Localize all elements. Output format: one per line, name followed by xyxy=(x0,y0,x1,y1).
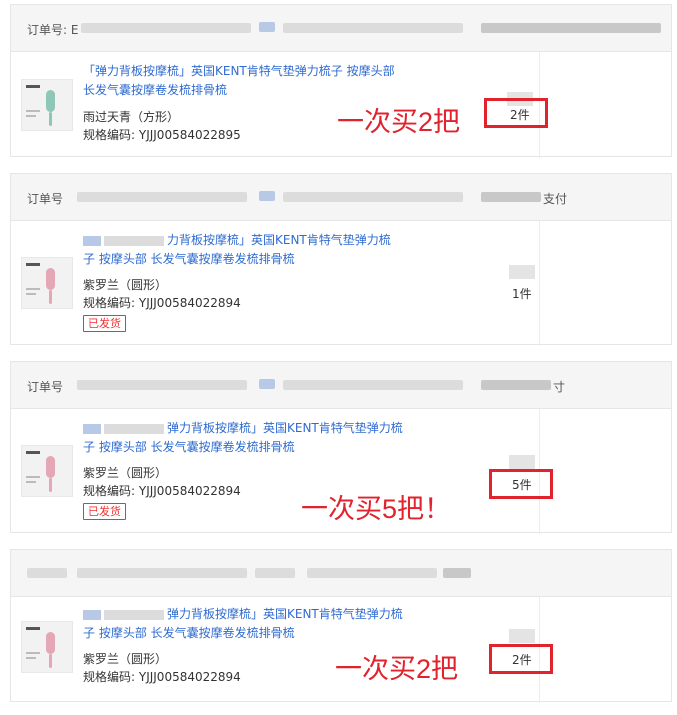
quantity: 5件 xyxy=(512,478,532,492)
order-header xyxy=(11,550,671,597)
order-card: 弹力背板按摩梳」英国KENT肯特气垫弹力梳 子 按摩头部 长发气囊按摩卷发梳排骨… xyxy=(10,549,672,703)
sku-code: 规格编码: YJJJ00584022895 xyxy=(83,128,241,142)
order-header: 订单号 寸 xyxy=(11,362,671,409)
redacted-order-number xyxy=(81,23,251,33)
redacted-block xyxy=(255,568,295,578)
product-title-link[interactable]: 弹力背板按摩梳」英国KENT肯特气垫弹力梳 子 按摩头部 长发气囊按摩卷发梳排骨… xyxy=(83,605,428,643)
order-number-label: 订单号 xyxy=(27,192,64,206)
variant-name: 雨过天青（方形） xyxy=(83,110,180,124)
annotation-text: 一次买2把 xyxy=(335,654,459,684)
redacted-block xyxy=(307,568,437,578)
redacted-block xyxy=(481,192,541,202)
redacted-block xyxy=(259,191,275,201)
variant-name: 紫罗兰（圆形） xyxy=(83,652,168,666)
redacted-block xyxy=(443,568,471,578)
product-title-link[interactable]: 力背板按摩梳」英国KENT肯特气垫弹力梳 子 按摩头部 长发气囊按摩卷发梳排骨梳 xyxy=(83,231,428,269)
sku-code: 规格编码: YJJJ00584022894 xyxy=(83,670,241,684)
payment-status-text: 支付 xyxy=(543,192,568,206)
order-number-label: 订单号: E xyxy=(27,23,79,37)
order-header: 订单号: E xyxy=(11,5,671,52)
order-card: 订单号: E 「弹力背板按摩梳」英国KENT肯特气垫弹力梳子 按摩头部 长发气囊… xyxy=(10,4,672,158)
product-title-line[interactable]: 长发气囊按摩卷发梳排骨梳 xyxy=(83,81,428,100)
variant-name: 紫罗兰（圆形） xyxy=(83,278,168,292)
redacted-block xyxy=(283,380,463,390)
product-title-link[interactable]: 弹力背板按摩梳」英国KENT肯特气垫弹力梳 子 按摩头部 长发气囊按摩卷发梳排骨… xyxy=(83,419,428,457)
redacted-order-number xyxy=(27,568,67,578)
annotation-text: 一次买2把 xyxy=(337,107,461,137)
product-title-line[interactable]: 「弹力背板按摩梳」英国KENT肯特气垫弹力梳子 按摩头部 xyxy=(83,62,428,81)
product-title-line[interactable]: 弹力背板按摩梳」英国KENT肯特气垫弹力梳 xyxy=(167,607,403,621)
annotation-text: 一次买5把！ xyxy=(301,494,452,524)
shipped-status-badge: 已发货 xyxy=(83,315,126,332)
comb-product-thumbnail-icon[interactable] xyxy=(21,257,73,309)
variant-name: 紫罗兰（圆形） xyxy=(83,466,168,480)
redacted-block xyxy=(481,23,661,33)
product-title-link[interactable]: 「弹力背板按摩梳」英国KENT肯特气垫弹力梳子 按摩头部 长发气囊按摩卷发梳排骨… xyxy=(83,62,428,100)
comb-product-thumbnail-icon[interactable] xyxy=(21,445,73,497)
shipped-status-badge: 已发货 xyxy=(83,503,126,520)
redacted-block xyxy=(259,379,275,389)
quantity: 2件 xyxy=(510,108,530,122)
payment-status-text: 寸 xyxy=(553,380,566,394)
order-number-label: 订单号 xyxy=(27,380,64,394)
quantity: 2件 xyxy=(512,653,532,667)
order-header: 订单号 支付 xyxy=(11,174,671,221)
redacted-order-number xyxy=(77,568,247,578)
redacted-order-number xyxy=(77,380,247,390)
comb-product-thumbnail-icon[interactable] xyxy=(21,79,73,131)
comb-product-thumbnail-icon[interactable] xyxy=(21,621,73,673)
product-title-line[interactable]: 子 按摩头部 长发气囊按摩卷发梳排骨梳 xyxy=(83,624,428,643)
redacted-block xyxy=(259,22,275,32)
redacted-block xyxy=(283,192,463,202)
order-card: 订单号 支付 力背板按摩梳」英国KENT肯特气垫弹力梳 子 按摩头部 长发气囊按… xyxy=(10,173,672,346)
quantity: 1件 xyxy=(512,287,532,301)
product-title-line[interactable]: 力背板按摩梳」英国KENT肯特气垫弹力梳 xyxy=(167,233,391,247)
sku-code: 规格编码: YJJJ00584022894 xyxy=(83,484,241,498)
product-title-line[interactable]: 子 按摩头部 长发气囊按摩卷发梳排骨梳 xyxy=(83,250,428,269)
redacted-block xyxy=(481,380,551,390)
order-card: 订单号 寸 弹力背板按摩梳」英国KENT肯特气垫弹力梳 子 按摩头部 长发气囊按… xyxy=(10,361,672,534)
product-title-line[interactable]: 子 按摩头部 长发气囊按摩卷发梳排骨梳 xyxy=(83,438,428,457)
sku-code: 规格编码: YJJJ00584022894 xyxy=(83,296,241,310)
redacted-block xyxy=(283,23,463,33)
product-title-line[interactable]: 弹力背板按摩梳」英国KENT肯特气垫弹力梳 xyxy=(167,421,403,435)
redacted-order-number xyxy=(77,192,247,202)
